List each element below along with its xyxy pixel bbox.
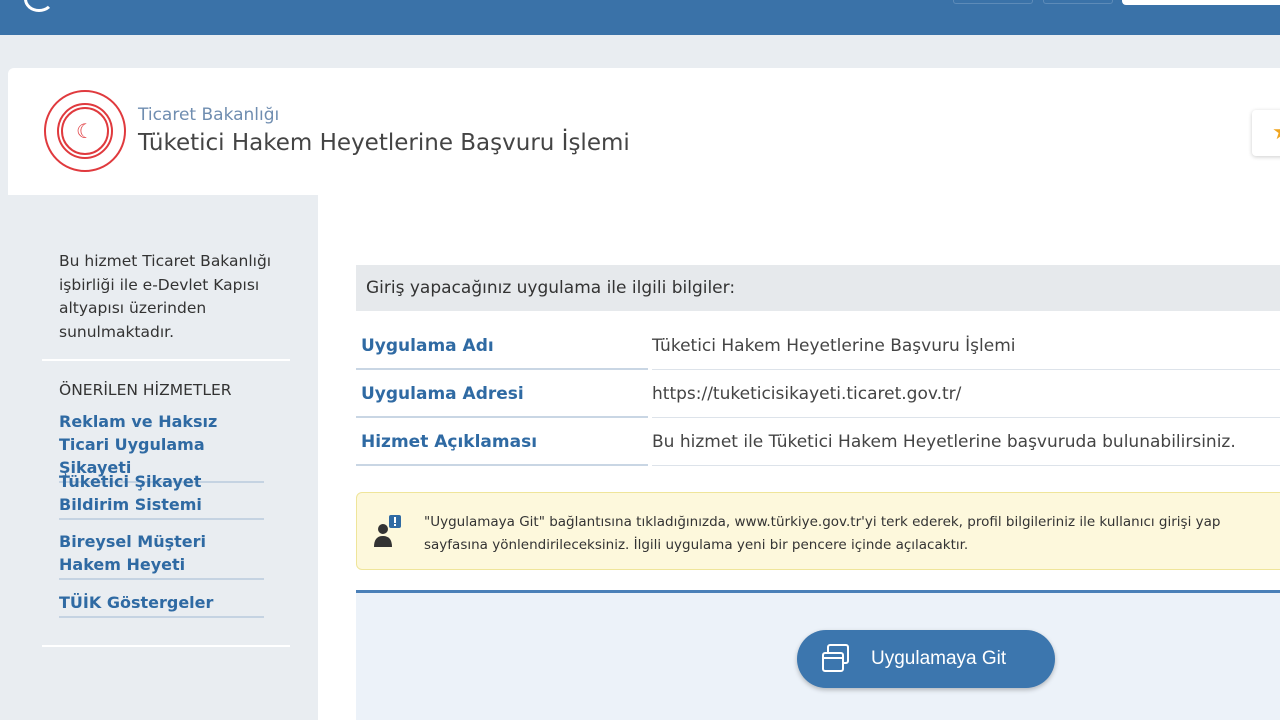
info-row: Uygulama Adı Tüketici Hakem Heyetlerine … — [356, 324, 1280, 370]
navbar-button[interactable] — [953, 0, 1033, 4]
sidebar-intro: Bu hizmet Ticaret Bakanlığı işbirliği il… — [59, 250, 274, 344]
divider — [42, 645, 290, 647]
info-row: Uygulama Adresi https://tuketicisikayeti… — [356, 372, 1280, 418]
go-to-application-button[interactable]: Uygulamaya Git — [797, 630, 1055, 688]
info-key: Hizmet Açıklaması — [356, 420, 648, 466]
navbar-button[interactable] — [1043, 0, 1113, 4]
sidebar-link-tuketici-sikayet[interactable]: Tüketici Şikayet Bildirim Sistemi — [59, 470, 264, 520]
top-navbar — [0, 0, 1280, 35]
sidebar-link-tuik[interactable]: TÜİK Göstergeler — [59, 591, 264, 618]
sidebar: Bu hizmet Ticaret Bakanlığı işbirliği il… — [8, 195, 318, 720]
ministry-name[interactable]: Ticaret Bakanlığı — [138, 105, 279, 125]
info-key: Uygulama Adı — [356, 324, 648, 370]
windows-switch-icon — [819, 642, 853, 676]
info-value: https://tuketicisikayeti.ticaret.gov.tr/ — [652, 372, 1280, 418]
favorite-star-icon[interactable]: ★ — [1252, 110, 1280, 156]
info-value: Tüketici Hakem Heyetlerine Başvuru İşlem… — [652, 324, 1280, 370]
main-content: Giriş yapacağınız uygulama ile ilgili bi… — [318, 195, 1280, 720]
go-button-label: Uygulamaya Git — [871, 648, 1006, 670]
page-title: Tüketici Hakem Heyetlerine Başvuru İşlem… — [138, 130, 630, 156]
user-alert-icon — [373, 513, 403, 549]
divider — [42, 359, 290, 361]
search-input[interactable] — [1122, 0, 1280, 5]
recommended-heading: ÖNERİLEN HİZMETLER — [59, 381, 232, 399]
redirect-notice: "Uygulamaya Git" bağlantısına tıkladığın… — [356, 492, 1280, 570]
info-heading: Giriş yapacağınız uygulama ile ilgili bi… — [356, 265, 1280, 311]
service-header: ☾ Ticaret Bakanlığı Tüketici Hakem Heyet… — [8, 68, 1280, 195]
info-value: Bu hizmet ile Tüketici Hakem Heyetlerine… — [652, 420, 1280, 466]
ministry-seal-icon: ☾ — [44, 90, 126, 172]
info-key: Uygulama Adresi — [356, 372, 648, 418]
edevlet-logo-icon[interactable] — [24, 0, 54, 12]
notice-line: sayfasına yönlendirileceksiniz. İlgili u… — [424, 534, 1280, 557]
info-row: Hizmet Açıklaması Bu hizmet ile Tüketici… — [356, 420, 1280, 466]
sidebar-link-bireysel[interactable]: Bireysel Müşteri Hakem Heyeti — [59, 530, 264, 580]
action-panel: Uygulamaya Git — [356, 590, 1280, 720]
notice-line: "Uygulamaya Git" bağlantısına tıkladığın… — [424, 511, 1280, 534]
